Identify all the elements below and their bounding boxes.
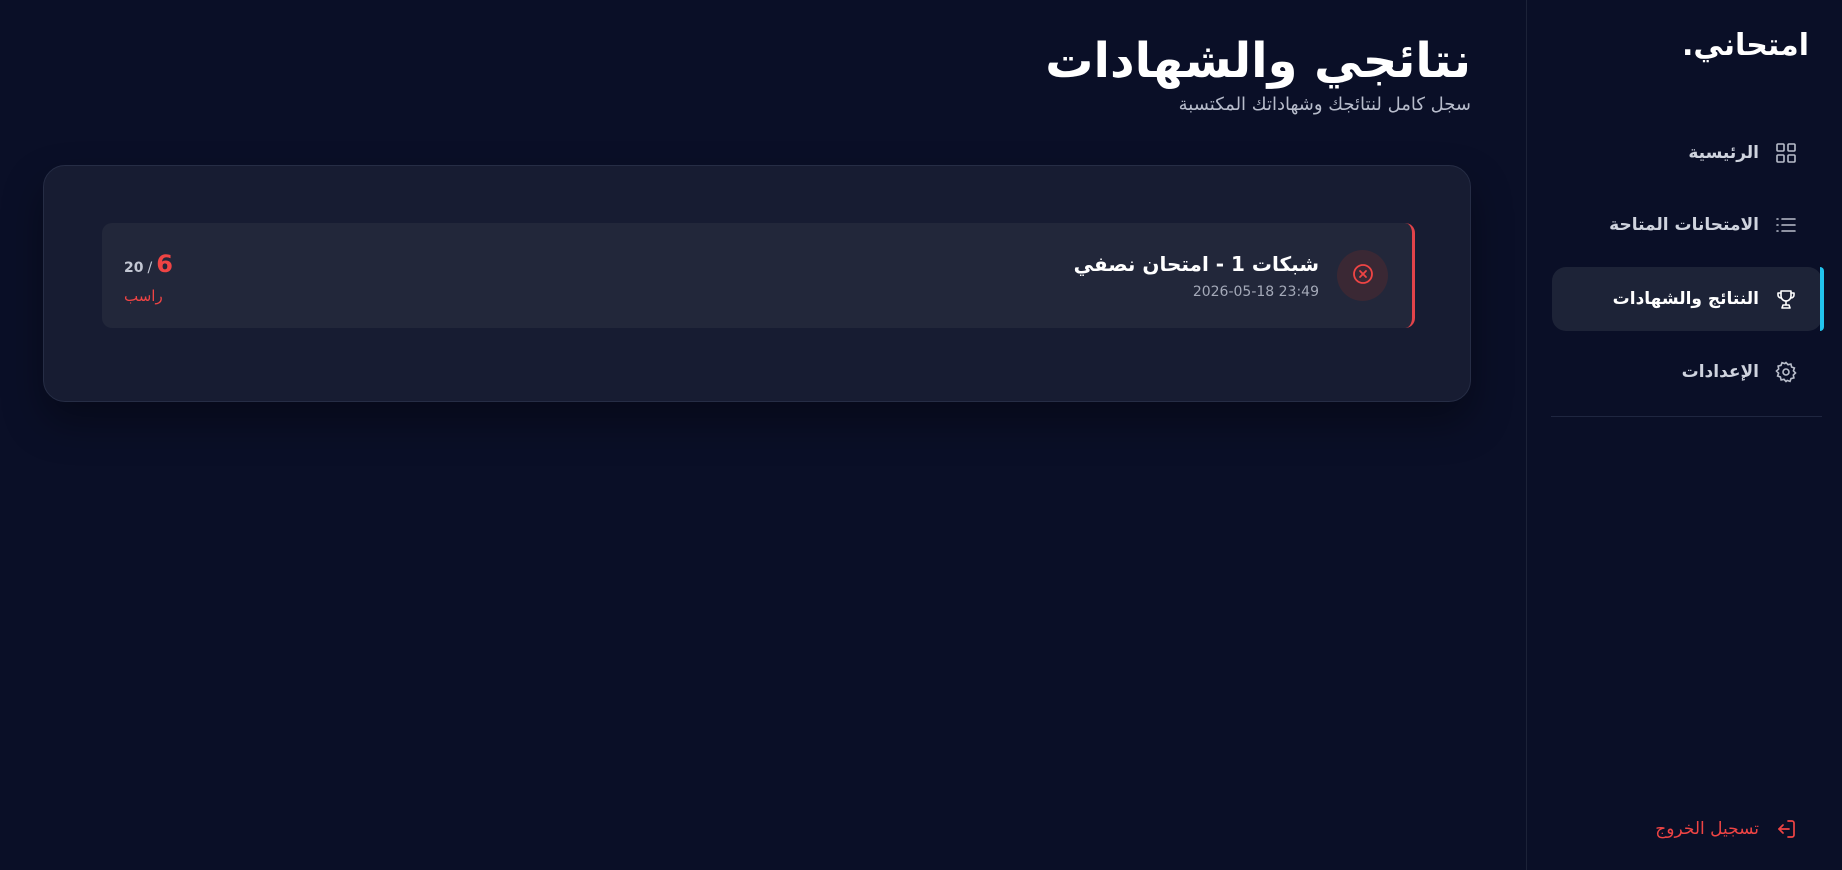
- sidebar-item-settings[interactable]: الإعدادات: [1552, 340, 1822, 404]
- list-icon: [1773, 212, 1799, 238]
- sidebar-item-results[interactable]: النتائج والشهادات: [1552, 267, 1824, 331]
- score-separator: /: [147, 260, 153, 276]
- sidebar-item-label: النتائج والشهادات: [1612, 289, 1759, 309]
- page-header: نتائجي والشهادات سجل كامل لنتائجك وشهادا…: [1045, 30, 1471, 115]
- logout-label: تسجيل الخروج: [1655, 819, 1759, 839]
- exam-date: 2026-05-18 23:49: [1192, 284, 1319, 300]
- sidebar-item-available-exams[interactable]: الامتحانات المتاحة: [1552, 193, 1822, 257]
- sidebar-item-label: الامتحانات المتاحة: [1609, 215, 1759, 235]
- score: 6 / 20: [124, 250, 173, 278]
- sidebar-item-label: الرئيسية: [1688, 143, 1759, 163]
- score-total: 20: [124, 260, 144, 276]
- sidebar-divider: [1551, 416, 1822, 417]
- app-root: امتحاني. الرئيسية الامتحانات المتاحة الن…: [0, 0, 1842, 870]
- page-title: نتائجي والشهادات: [1045, 33, 1471, 89]
- grid-icon: [1773, 140, 1799, 166]
- trophy-icon: [1773, 286, 1799, 312]
- x-circle-icon: [1351, 262, 1375, 290]
- logout-button[interactable]: تسجيل الخروج: [1552, 812, 1822, 846]
- results-card: شبكات 1 - امتحان نصفي 2026-05-18 23:49 6…: [43, 165, 1471, 402]
- page-subtitle: سجل كامل لنتائجك وشهاداتك المكتسبة: [1178, 94, 1471, 115]
- sidebar-item-label: الإعدادات: [1681, 362, 1759, 382]
- fail-status-badge: [1337, 250, 1388, 301]
- result-row[interactable]: شبكات 1 - امتحان نصفي 2026-05-18 23:49 6…: [102, 223, 1415, 328]
- logout-icon: [1773, 816, 1799, 842]
- gear-icon: [1773, 359, 1799, 385]
- result-status: راسب: [124, 287, 163, 305]
- sidebar: امتحاني. الرئيسية الامتحانات المتاحة الن…: [1526, 0, 1842, 870]
- exam-title: شبكات 1 - امتحان نصفي: [1073, 252, 1319, 276]
- brand-logo[interactable]: امتحاني.: [1682, 28, 1809, 63]
- sidebar-item-home[interactable]: الرئيسية: [1552, 121, 1822, 185]
- score-value: 6: [156, 250, 173, 278]
